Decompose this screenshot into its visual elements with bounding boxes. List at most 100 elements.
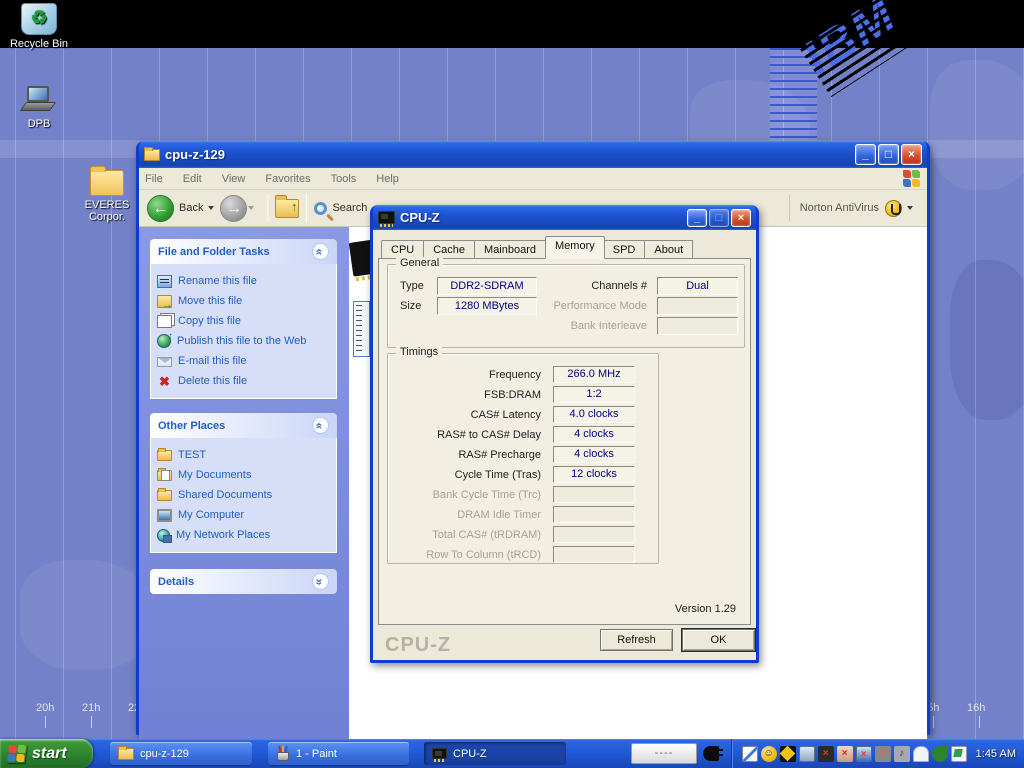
tab-about[interactable]: About [645,240,693,259]
menu-file[interactable]: File [145,173,163,185]
norton-dropdown-icon[interactable] [907,206,913,210]
window-title: CPU-Z [400,210,685,225]
timing-row-bank-cycle-time: Bank Cycle Time (Trc) [388,486,658,503]
version-label: Version 1.29 [675,603,736,615]
timezone-label: 21h [82,702,100,714]
taskbar-button-cpuz[interactable]: CPU-Z [424,742,566,765]
task-move-file[interactable]: Move this file [157,291,332,311]
place-network-places[interactable]: My Network Places [157,525,332,545]
menu-tools[interactable]: Tools [331,173,357,185]
network-places-icon [157,529,170,542]
cycle-time-field: 12 clocks [553,466,635,483]
task-publish-file[interactable]: Publish this file to the Web [157,331,332,351]
tab-spd[interactable]: SPD [604,240,646,259]
timing-row-cas-latency: CAS# Latency 4.0 clocks [388,406,658,423]
task-rename-file[interactable]: Rename this file [157,271,332,291]
fsb-dram-field: 1:2 [553,386,635,403]
timezone-tick [45,716,46,728]
paint-icon [276,747,290,761]
performance-mode-field [657,297,738,315]
removable-drive-icon[interactable] [951,746,967,762]
back-button[interactable]: ← [147,195,174,222]
mail-diamond-icon[interactable] [780,746,796,762]
ghost-icon[interactable] [913,746,929,762]
task-email-file[interactable]: E-mail this file [157,351,332,371]
timing-row-frequency: Frequency 266.0 MHz [388,366,658,383]
desktop-icon-dpb[interactable]: DPB [1,85,77,130]
network-error-icon[interactable]: × [818,746,834,762]
forward-button[interactable]: → [220,195,247,222]
norton-antivirus-icon [885,200,902,217]
menu-help[interactable]: Help [376,173,399,185]
close-button[interactable]: × [731,209,751,227]
tab-bar: CPU Cache Mainboard Memory SPD About [381,237,693,259]
norton-antivirus-control[interactable]: Norton AntiVirus [789,195,919,221]
graphics-utility-icon[interactable] [742,746,758,762]
place-my-computer[interactable]: My Computer [157,505,332,525]
timezone-label: 16h [967,702,985,714]
green-utility-icon[interactable] [932,746,948,762]
user-offline-icon[interactable]: × [837,746,853,762]
minimize-button[interactable]: _ [687,209,707,227]
up-folder-button[interactable] [275,199,299,218]
timing-row-ras-precharge: RAS# Precharge 4 clocks [388,446,658,463]
explorer-sidebar: File and Folder Tasks Rename this file M… [139,227,349,760]
panel-header[interactable]: Details [150,569,337,594]
size-value-field: 1280 MBytes [437,297,537,315]
minimize-button[interactable]: _ [855,144,876,165]
folder-icon [118,748,134,760]
file-icon[interactable] [353,301,370,357]
folder-icon [144,149,160,161]
task-delete-file[interactable]: ✖ Delete this file [157,371,332,391]
search-icon[interactable] [314,202,327,215]
network-computer-icon[interactable] [799,746,815,762]
my-computer-icon [157,509,172,522]
place-shared-documents[interactable]: Shared Documents [157,485,332,505]
place-my-documents[interactable]: My Documents [157,465,332,485]
taskbar-clock[interactable]: 1:45 AM [976,748,1016,760]
window-title: cpu-z-129 [165,147,853,162]
volume-icon[interactable]: ♪ [894,746,910,762]
back-dropdown-icon[interactable] [208,206,214,210]
laptop-icon [22,85,56,115]
maximize-button[interactable]: □ [878,144,899,165]
menu-favorites[interactable]: Favorites [265,173,310,185]
bank-interleave-field [657,317,738,335]
ok-button[interactable]: OK [682,629,755,651]
tab-mainboard[interactable]: Mainboard [475,240,546,259]
tab-memory[interactable]: Memory [545,236,605,259]
panel-header[interactable]: File and Folder Tasks [150,239,337,264]
chevron-up-icon[interactable] [312,417,329,434]
close-button[interactable]: × [901,144,922,165]
back-label[interactable]: Back [179,202,203,214]
explorer-titlebar[interactable]: cpu-z-129 _ □ × [139,141,927,168]
place-test[interactable]: TEST [157,445,332,465]
refresh-button[interactable]: Refresh [600,629,673,651]
performance-mode-label: Performance Mode [538,297,647,315]
menu-edit[interactable]: Edit [183,173,202,185]
chevron-down-icon[interactable] [312,573,329,590]
folder-icon [157,450,172,461]
desktop-icon-everes[interactable]: EVERES Corpor. [77,170,137,223]
timings-groupbox: Timings Frequency 266.0 MHz FSB:DRAM 1:2… [387,353,659,564]
start-button[interactable]: start [0,739,93,768]
rename-icon [157,275,172,288]
details-panel: Details [150,569,337,594]
search-label[interactable]: Search [332,202,367,214]
taskbar-button-explorer[interactable]: cpu-z-129 [110,742,252,765]
system-tray: ☺ × × × × ♪ 1:45 AM [731,739,1024,768]
taskbar-button-paint[interactable]: 1 - Paint [268,742,409,765]
panel-header[interactable]: Other Places [150,413,337,438]
cpuz-titlebar[interactable]: CPU-Z _ □ × [373,205,756,230]
norton-antivirus-icon[interactable]: ☺ [761,746,777,762]
task-copy-file[interactable]: Copy this file [157,311,332,331]
desktop-icon-recycle-bin[interactable]: ♻ Recycle Bin [1,3,77,50]
menu-view[interactable]: View [222,173,246,185]
chevron-up-icon[interactable] [312,243,329,260]
ras-precharge-field: 4 clocks [553,446,635,463]
shared-documents-icon [157,490,172,501]
power-plug-icon[interactable] [703,746,719,761]
language-meter-box[interactable]: ---- [631,743,697,764]
audio-muted-icon[interactable]: × [875,746,891,762]
display-error-icon[interactable]: × [856,746,872,762]
